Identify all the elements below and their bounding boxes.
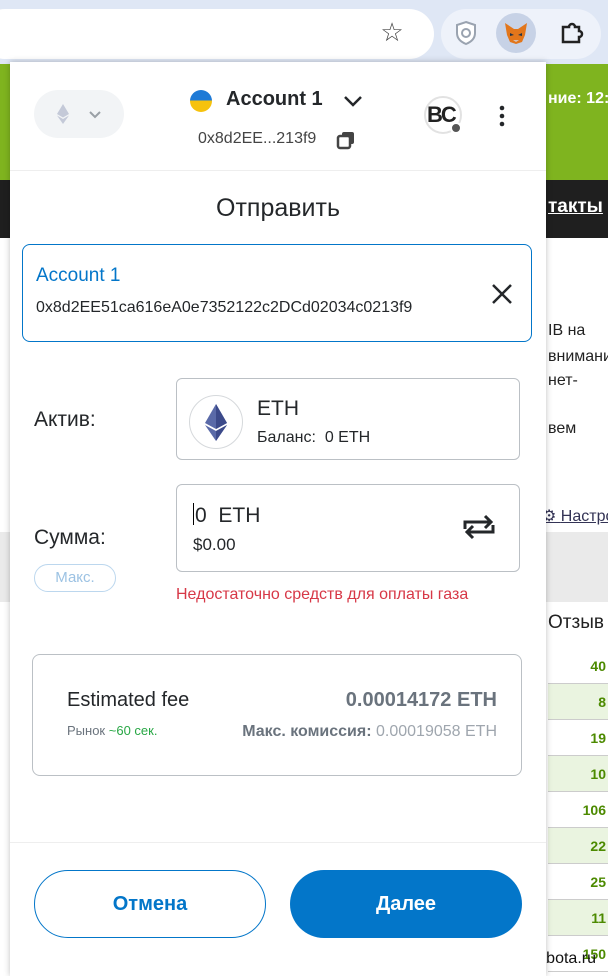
site-header: ние: 12: (540, 64, 608, 180)
site-text-line: вем (548, 420, 577, 437)
chevron-down-icon (344, 96, 362, 107)
browser-toolbar: ☆ (0, 0, 608, 64)
max-button[interactable]: Макс. (34, 564, 116, 592)
fee-market-time: ~60 сек. (108, 723, 158, 738)
asset-symbol: ETH (257, 397, 299, 420)
fee-market: Рынок ~60 сек. (67, 723, 157, 738)
fee-title: Estimated fee (67, 689, 190, 711)
site-text-line: IB на (548, 322, 586, 339)
site-nav-link[interactable]: такты (548, 196, 603, 218)
close-icon[interactable] (489, 281, 515, 307)
next-button[interactable]: Далее (290, 870, 522, 938)
table-row: 106 (548, 792, 608, 828)
eth-token-icon (189, 395, 243, 449)
table-row: 10 (548, 756, 608, 792)
amount-input[interactable]: 0 ETH $0.00 (176, 484, 520, 572)
amount-unit: ETH (218, 504, 261, 527)
recipient-field[interactable]: Account 1 0x8d2EE51ca616eA0e7352122c2DCd… (22, 244, 532, 342)
fee-value: 0.00014172 ETH (345, 689, 497, 711)
copy-icon[interactable] (336, 130, 356, 150)
account-name: Account 1 (226, 88, 323, 110)
swap-currency-icon[interactable] (461, 511, 497, 543)
fee-market-label: Рынок (67, 723, 106, 738)
recipient-address: 0x8d2EE51ca616eA0e7352122c2DCd02034c0213… (36, 299, 413, 316)
table-row: 8 (548, 684, 608, 720)
estimated-fee-panel: Estimated fee 0.00014172 ETH Рынок ~60 с… (32, 654, 522, 776)
chevron-down-icon (89, 111, 101, 119)
footer-divider (10, 842, 546, 843)
fee-max-label: Макс. комиссия: (242, 723, 372, 740)
amount-number: 0 (195, 504, 207, 527)
ethereum-icon (57, 104, 69, 124)
address-bar[interactable] (0, 9, 434, 59)
amount-fiat: $0.00 (193, 535, 236, 554)
table-row: 40 (548, 648, 608, 684)
header-divider (10, 170, 546, 171)
account-address: 0x8d2EE...213f9 (198, 130, 317, 147)
table-row: 25 (548, 864, 608, 900)
insufficient-funds-error: Недостаточно средств для оплаты газа (176, 586, 469, 603)
asset-label: Актив: (34, 408, 96, 431)
shield-icon[interactable] (446, 13, 486, 53)
table-row: 11 (548, 900, 608, 936)
site-column-header: Отзыв (548, 612, 608, 634)
network-selector[interactable] (34, 90, 124, 138)
site-header-text: ние: 12: (548, 90, 608, 107)
balance-value: 0 ETH (324, 429, 371, 446)
connection-status-dot (450, 122, 462, 134)
site-text-line: внимани (548, 348, 608, 365)
balance-label: Баланс: (257, 429, 316, 446)
star-icon[interactable]: ☆ (378, 18, 406, 46)
metamask-fox-icon[interactable] (496, 13, 536, 53)
page-title: Отправить (216, 194, 340, 222)
fee-max-value: 0.00019058 ETH (376, 723, 497, 740)
text-cursor (193, 503, 194, 525)
metamask-popup: Account 1 0x8d2EE...213f9 BC Отправить A… (10, 62, 546, 976)
fee-max: Макс. комиссия: 0.00019058 ETH (242, 723, 497, 741)
puzzle-icon[interactable] (552, 13, 592, 53)
amount-label: Сумма: (34, 526, 106, 549)
site-settings-label: Настро (560, 508, 608, 525)
site-text-line: нет- (548, 372, 578, 389)
asset-selector[interactable]: ETH Баланс: 0 ETH (176, 378, 520, 460)
cancel-button[interactable]: Отмена (34, 870, 266, 938)
table-row: 22 (548, 828, 608, 864)
site-settings-link[interactable]: ⚙ Настро (542, 506, 608, 526)
more-options-icon[interactable] (492, 102, 512, 130)
account-identicon (190, 90, 212, 112)
table-row: 19 (548, 720, 608, 756)
amount-value[interactable]: 0 ETH (193, 503, 260, 528)
recipient-name: Account 1 (36, 265, 121, 286)
asset-balance: Баланс: 0 ETH (257, 429, 370, 447)
